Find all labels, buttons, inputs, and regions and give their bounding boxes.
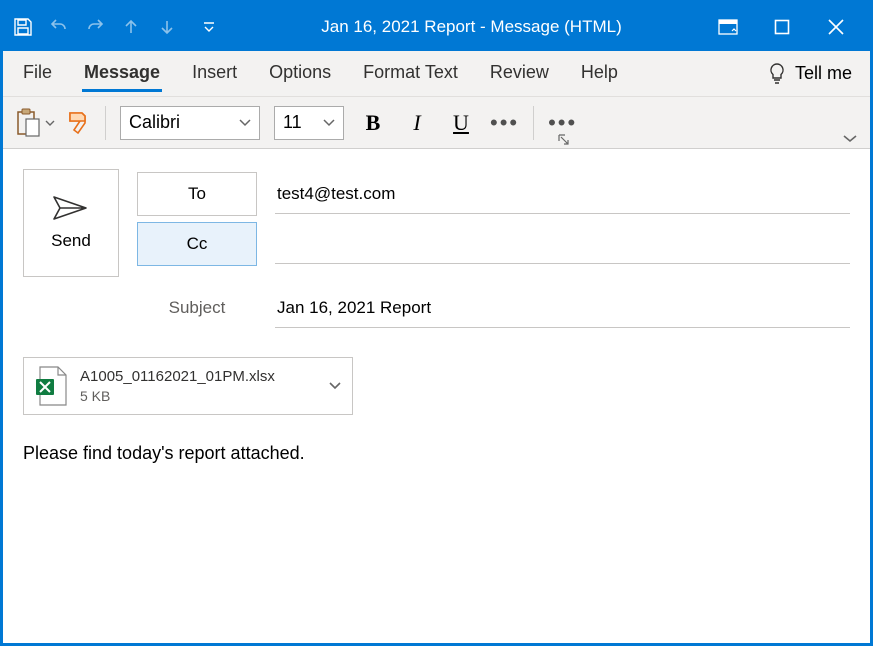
format-painter-button[interactable] (65, 109, 91, 137)
subject-row: Subject (137, 283, 850, 333)
send-label: Send (51, 231, 91, 251)
compose-area: Send To Cc Subject (3, 149, 870, 643)
tab-review[interactable]: Review (488, 56, 551, 92)
undo-icon[interactable] (47, 15, 71, 39)
chevron-down-icon (323, 117, 335, 129)
outlook-message-window: Jan 16, 2021 Report - Message (HTML) Fil… (0, 0, 873, 646)
to-row: To (137, 169, 850, 219)
compose-header: Send To Cc Subject (23, 169, 850, 333)
font-size-select[interactable]: 11 (274, 106, 344, 140)
tell-me-search[interactable]: Tell me (767, 62, 852, 86)
window-title: Jan 16, 2021 Report - Message (HTML) (229, 17, 714, 37)
window-controls (714, 13, 862, 41)
underline-button[interactable]: U (446, 108, 476, 138)
chevron-down-icon (239, 117, 251, 129)
tab-insert[interactable]: Insert (190, 56, 239, 92)
cc-row: Cc (137, 219, 850, 269)
chevron-down-icon (45, 118, 55, 128)
ribbon-overflow-button[interactable]: ••• (548, 110, 577, 136)
redo-icon[interactable] (83, 15, 107, 39)
collapse-ribbon-icon[interactable] (842, 132, 858, 144)
font-name-select[interactable]: Calibri (120, 106, 260, 140)
message-body[interactable]: Please find today's report attached. (23, 443, 850, 464)
quick-access-toolbar (11, 15, 219, 39)
to-input[interactable] (275, 174, 850, 214)
ribbon-display-options-icon[interactable] (714, 13, 742, 41)
title-bar: Jan 16, 2021 Report - Message (HTML) (3, 3, 870, 51)
prev-item-icon[interactable] (119, 15, 143, 39)
tell-me-label: Tell me (795, 63, 852, 84)
attachment-chip[interactable]: A1005_01162021_01PM.xlsx 5 KB (23, 357, 353, 415)
tab-help[interactable]: Help (579, 56, 620, 92)
ribbon-toolbar: Calibri 11 B I U ••• ••• (3, 97, 870, 149)
to-button[interactable]: To (137, 172, 257, 216)
tab-file[interactable]: File (21, 56, 54, 92)
font-name-value: Calibri (129, 112, 180, 133)
subject-label: Subject (137, 298, 257, 318)
recipient-fields: To Cc Subject (137, 169, 850, 333)
close-icon[interactable] (822, 13, 850, 41)
ribbon-tabs: File Message Insert Options Format Text … (3, 51, 870, 97)
paste-button[interactable] (15, 108, 55, 138)
dialog-launcher-icon[interactable] (558, 134, 570, 146)
attachment-info: A1005_01162021_01PM.xlsx 5 KB (80, 367, 316, 405)
subject-input[interactable] (275, 288, 850, 328)
tab-message[interactable]: Message (82, 56, 162, 92)
font-size-value: 11 (283, 112, 302, 133)
bold-button[interactable]: B (358, 108, 388, 138)
attachments-area: A1005_01162021_01PM.xlsx 5 KB (23, 357, 850, 415)
tab-options[interactable]: Options (267, 56, 333, 92)
cc-button[interactable]: Cc (137, 222, 257, 266)
save-icon[interactable] (11, 15, 35, 39)
attachment-size: 5 KB (80, 387, 316, 405)
tab-format-text[interactable]: Format Text (361, 56, 460, 92)
cc-input[interactable] (275, 224, 850, 264)
attachment-name: A1005_01162021_01PM.xlsx (80, 367, 316, 387)
send-button[interactable]: Send (23, 169, 119, 277)
maximize-icon[interactable] (768, 13, 796, 41)
ribbon-divider (533, 106, 534, 140)
italic-button[interactable]: I (402, 108, 432, 138)
excel-file-icon (34, 365, 68, 407)
lightbulb-icon (767, 62, 787, 86)
ribbon-divider (105, 106, 106, 140)
send-icon (52, 195, 90, 221)
font-more-button[interactable]: ••• (490, 110, 519, 136)
quick-access-dropdown-icon[interactable] (199, 17, 219, 37)
attachment-dropdown-icon[interactable] (328, 379, 342, 393)
next-item-icon[interactable] (155, 15, 179, 39)
clipboard-group (15, 108, 91, 138)
